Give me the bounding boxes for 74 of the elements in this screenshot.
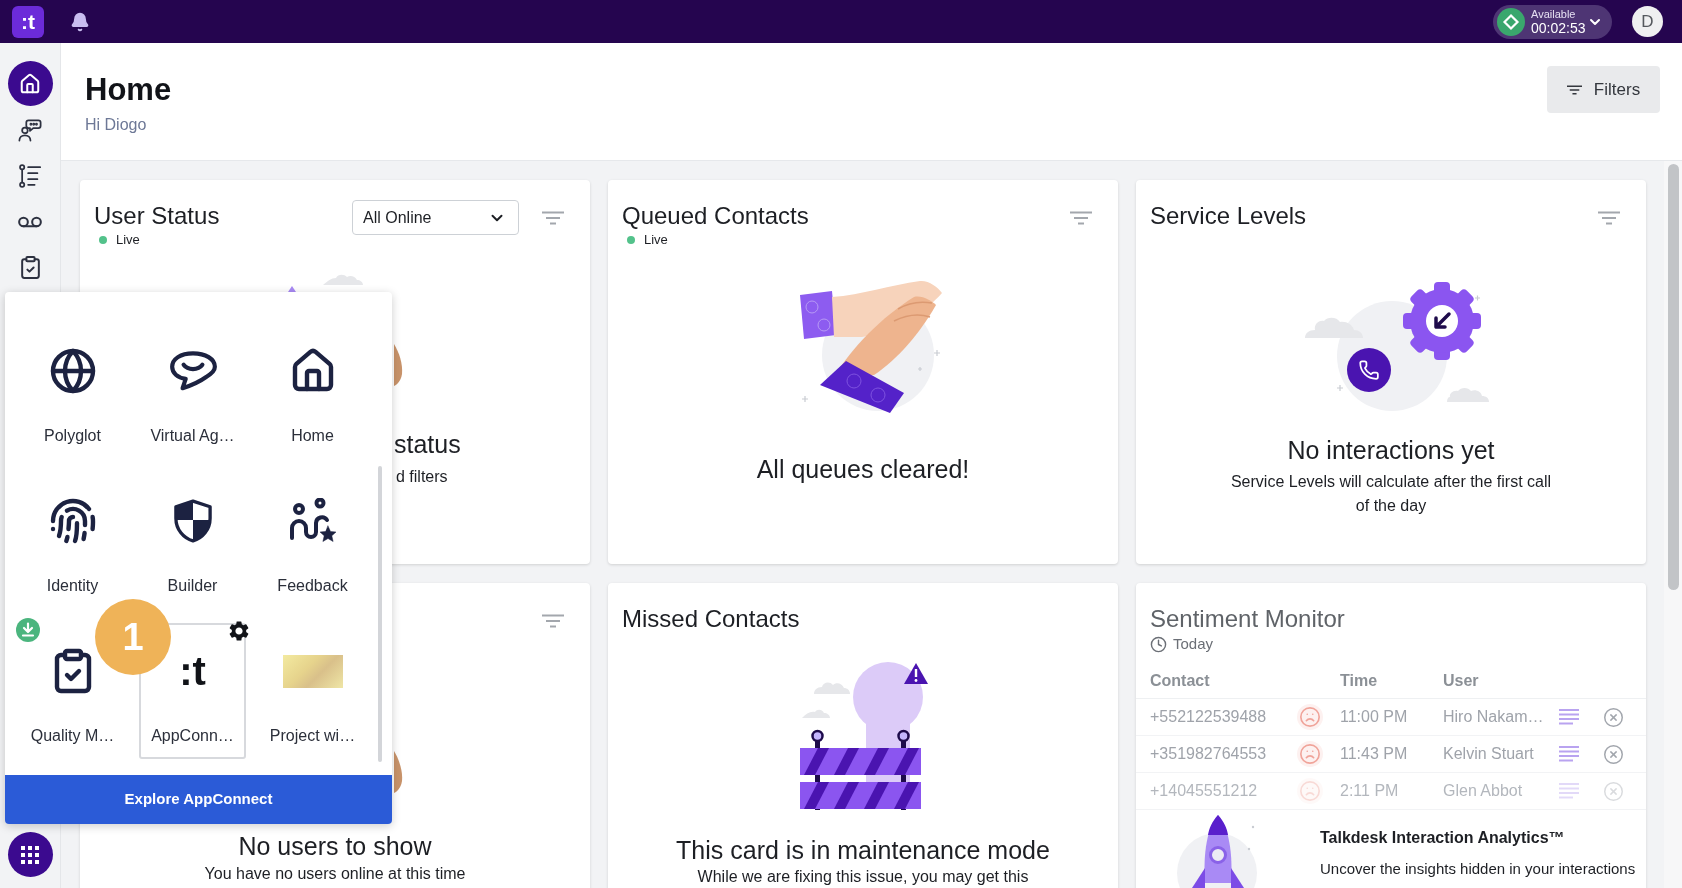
sad-face-icon (1297, 778, 1323, 804)
close-circle-icon[interactable] (1603, 743, 1624, 765)
app-tile[interactable]: Project wi… (259, 623, 366, 759)
chat-bubble-icon (167, 350, 218, 392)
app-tile[interactable]: Feedback (259, 473, 366, 609)
app-tile[interactable]: Home (259, 323, 366, 459)
column-header: Contact (1150, 670, 1211, 691)
page-title: Home (85, 72, 172, 108)
sidebar-nav-button[interactable] (7, 61, 53, 106)
filter-icon[interactable] (1566, 84, 1582, 95)
clock-icon (1150, 635, 1167, 653)
people-star-icon (288, 498, 337, 544)
app-tile[interactable]: Polyglot (19, 323, 126, 459)
app-tile[interactable]: Virtual Ag… (139, 323, 246, 459)
empty-state-title: All queues cleared! (756, 454, 970, 484)
empty-state-title: status (394, 429, 461, 459)
empty-state-title: No interactions yet (1287, 435, 1495, 465)
text-lines-icon[interactable] (1559, 746, 1579, 762)
app-logo-mark: :t (179, 649, 206, 693)
download-badge-icon[interactable] (16, 618, 40, 642)
illustration-edge-drawing (394, 344, 403, 386)
promo-text: Uncover the insights hidden in your interactions (1320, 859, 1636, 879)
thumbnail-placeholder (282, 654, 343, 688)
table-cell-text: +552122539488 (1150, 707, 1268, 727)
text-lines-icon[interactable] (1559, 709, 1579, 725)
fingerprint-icon (48, 497, 97, 545)
card-title: User Status (94, 202, 220, 230)
apps-launcher-button[interactable] (7, 832, 53, 877)
explore-appconnect-button[interactable]: Explore AppConnect (5, 775, 392, 824)
illustration-edge-drawing (394, 751, 403, 793)
scrollbar[interactable] (1667, 164, 1679, 590)
greeting-text: Hi Diogo (85, 115, 147, 135)
table-cell-text: 11:43 PM (1340, 744, 1409, 764)
sad-face-icon (1297, 704, 1323, 730)
table-cell-text: +351982764553 (1150, 744, 1268, 764)
period-label: Today (1173, 634, 1214, 654)
live-label: Live (644, 232, 668, 248)
home-icon (19, 72, 41, 95)
shield-icon (173, 499, 212, 543)
table-cell-text: +14045551212 (1150, 781, 1259, 801)
empty-state-text: You have no users online at this time (204, 864, 466, 884)
empty-state-text: While we are fixing this issue, you may get this (697, 867, 1029, 886)
globe-icon (48, 347, 97, 395)
list-icon (18, 163, 42, 188)
promo-title: Talkdesk Interaction Analytics™ (1320, 828, 1565, 848)
table-cell-text: Hiro Nakam… (1443, 707, 1545, 727)
scrollbar[interactable] (378, 466, 382, 762)
user-avatar[interactable]: D (1632, 6, 1663, 37)
card-title: Queued Contacts (622, 202, 809, 230)
app-logo[interactable]: :t (12, 5, 44, 38)
grid-icon (21, 845, 39, 864)
empty-state-title: No users to show (238, 831, 432, 861)
empty-state-text: d filters (396, 467, 448, 487)
close-circle-icon[interactable] (1603, 706, 1624, 728)
card-title: Service Levels (1150, 202, 1307, 230)
card-title: Sentiment Monitor (1150, 605, 1345, 633)
sad-face-icon (1297, 741, 1323, 767)
diamond-status-icon (1497, 7, 1525, 36)
table-cell-text: 11:00 PM (1340, 707, 1409, 727)
column-header: Time (1340, 670, 1379, 691)
notifications-icon[interactable] (70, 11, 90, 32)
live-label: Live (116, 232, 140, 248)
table-cell-text: Glen Abbot (1443, 781, 1524, 801)
status-filter-dropdown[interactable]: All Online (352, 200, 519, 235)
empty-state-text: Service Levels will calculate after the first call of the day (1229, 472, 1553, 516)
status-selector[interactable]: Available 00:02:53 (1493, 4, 1612, 39)
filters-button[interactable]: Filters (1547, 66, 1660, 113)
settings-icon[interactable] (227, 619, 251, 643)
person-speech-bubble-icon (18, 117, 42, 142)
table-cell-text: Kelvin Stuart (1443, 744, 1535, 764)
card-title: Missed Contacts (622, 605, 800, 633)
empty-state-title: This card is in maintenance mode (676, 835, 1050, 865)
column-header: User (1443, 670, 1479, 691)
table-cell-text: 2:11 PM (1340, 781, 1400, 801)
